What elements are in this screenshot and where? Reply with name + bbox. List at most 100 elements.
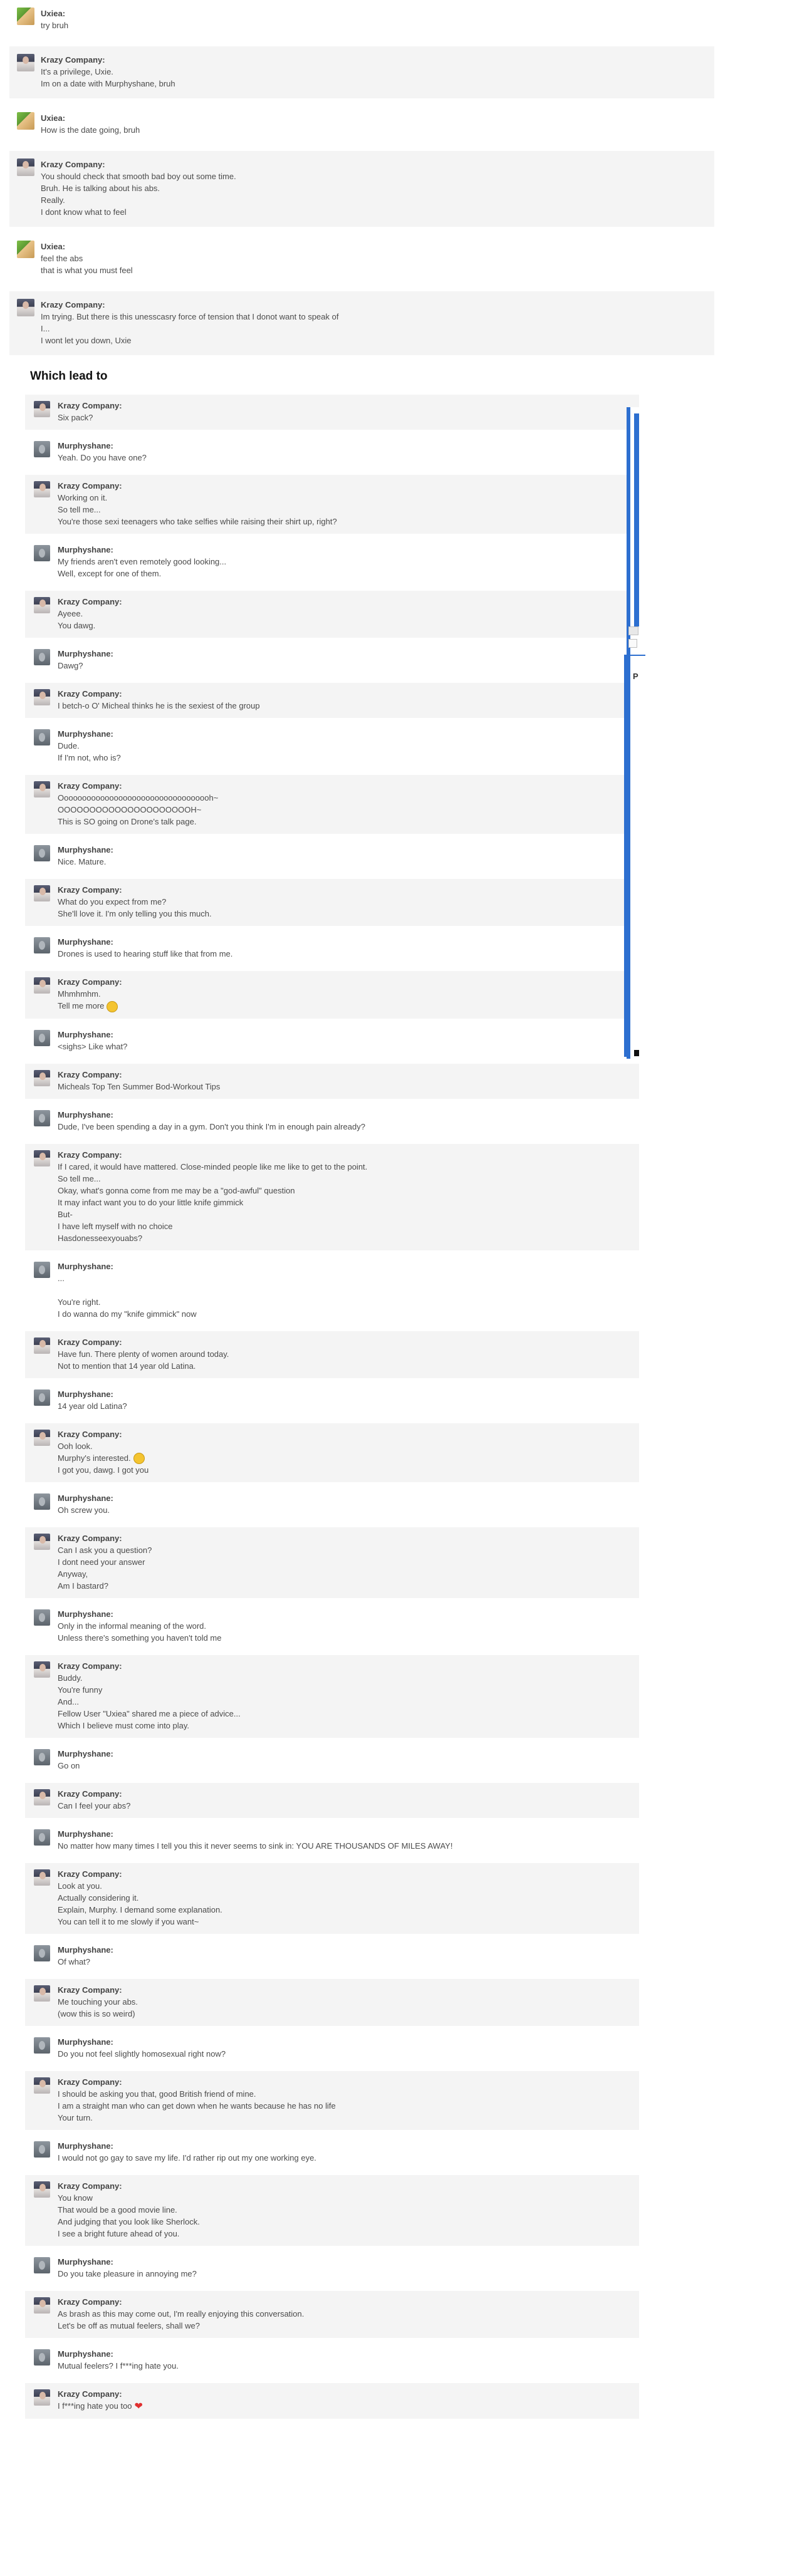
message-author[interactable]: Murphyshane: <box>58 936 632 948</box>
krazy-avatar[interactable] <box>34 1150 50 1166</box>
murphy-avatar[interactable] <box>34 1029 50 1046</box>
murphy-avatar[interactable] <box>34 2037 50 2054</box>
krazy-avatar[interactable] <box>34 2389 50 2406</box>
chat-message: Uxiea: feel the abs that is what you must … <box>9 233 714 285</box>
krazy-avatar[interactable] <box>34 1534 50 1550</box>
krazy-avatar[interactable] <box>34 1337 50 1354</box>
message-text: If I cared, it would have mattered. Clos… <box>58 1161 368 1171</box>
message-text: What do you expect from me? <box>58 897 167 906</box>
murphy-avatar[interactable] <box>34 1389 50 1406</box>
krazy-avatar[interactable] <box>34 977 50 994</box>
message-line: This is SO going on Drone's talk page. <box>58 816 632 828</box>
message-text: But- <box>58 1209 73 1219</box>
message-author[interactable]: Murphyshane: <box>58 1029 632 1041</box>
message-author[interactable]: Murphyshane: <box>58 1608 632 1620</box>
krazy-avatar[interactable] <box>34 689 50 705</box>
murphy-avatar[interactable] <box>34 845 50 861</box>
message-author[interactable]: Krazy Company: <box>58 2076 632 2088</box>
murphy-avatar[interactable] <box>34 649 50 665</box>
message-author[interactable]: Krazy Company: <box>58 1428 632 1440</box>
message-author[interactable]: Uxiea: <box>41 8 707 19</box>
message-author[interactable]: Murphyshane: <box>58 1388 632 1400</box>
krazy-avatar[interactable] <box>34 2297 50 2314</box>
krazy-avatar[interactable] <box>34 1429 50 1446</box>
message-line: I do wanna do my "knife gimmick" now <box>58 1308 632 1320</box>
murphy-avatar[interactable] <box>34 2141 50 2158</box>
message-author[interactable]: Krazy Company: <box>58 1788 632 1800</box>
message-author[interactable]: Krazy Company: <box>41 158 707 170</box>
message-author[interactable]: Murphyshane: <box>58 728 632 740</box>
message-line: Dude, I've been spending a day in a gym.… <box>58 1121 632 1133</box>
message-author[interactable]: Krazy Company: <box>58 1336 632 1348</box>
krazy-avatar[interactable] <box>34 401 50 417</box>
message-author[interactable]: Murphyshane: <box>58 544 632 556</box>
murphy-avatar[interactable] <box>34 441 50 457</box>
message-author[interactable]: Krazy Company: <box>58 2296 632 2308</box>
message-author[interactable]: Krazy Company: <box>58 480 632 492</box>
message-author[interactable]: Krazy Company: <box>58 1532 632 1544</box>
murphy-avatar[interactable] <box>34 1493 50 1510</box>
message-author[interactable]: Murphyshane: <box>58 2256 632 2268</box>
chat-message: Krazy Company: What do you expect from me… <box>25 879 639 926</box>
message-author[interactable]: Krazy Company: <box>58 400 632 412</box>
message-author[interactable]: Krazy Company: <box>58 1069 632 1081</box>
message-author[interactable]: Murphyshane: <box>58 1748 632 1760</box>
krazy-avatar[interactable] <box>34 2181 50 2198</box>
message-author[interactable]: Krazy Company: <box>58 780 632 792</box>
murphy-avatar[interactable] <box>34 545 50 561</box>
message-author[interactable]: Murphyshane: <box>58 1492 632 1504</box>
krazy-avatar[interactable] <box>34 1661 50 1678</box>
message-author[interactable]: Krazy Company: <box>58 1660 632 1672</box>
krazy-avatar[interactable] <box>34 1985 50 2002</box>
message-author[interactable]: Krazy Company: <box>58 1149 632 1161</box>
krazy-avatar[interactable] <box>17 299 34 316</box>
krazy-avatar[interactable] <box>34 1869 50 1886</box>
murphy-avatar[interactable] <box>34 1609 50 1626</box>
message-author[interactable]: Murphyshane: <box>58 2140 632 2152</box>
murphy-avatar[interactable] <box>34 729 50 745</box>
message-author[interactable]: Krazy Company: <box>58 688 632 700</box>
message-author[interactable]: Murphyshane: <box>58 2036 632 2048</box>
murphy-avatar[interactable] <box>34 937 50 953</box>
murphy-avatar[interactable] <box>34 2349 50 2366</box>
message-author[interactable]: Murphyshane: <box>58 1828 632 1840</box>
message-author[interactable]: Murphyshane: <box>58 1109 632 1121</box>
message-author[interactable]: Krazy Company: <box>58 976 632 988</box>
krazy-avatar[interactable] <box>34 781 50 797</box>
sidebar-scrollbar[interactable] <box>634 413 639 626</box>
message-author[interactable]: Murphyshane: <box>58 440 632 452</box>
message-author[interactable]: Krazy Company: <box>58 2180 632 2192</box>
message-author[interactable]: Murphyshane: <box>58 648 632 660</box>
message-author[interactable]: Murphyshane: <box>58 2348 632 2360</box>
message-author[interactable]: Murphyshane: <box>58 1944 632 1956</box>
message-author[interactable]: Krazy Company: <box>58 1868 632 1880</box>
krazy-avatar[interactable] <box>34 2077 50 2094</box>
message-author[interactable]: Krazy Company: <box>58 596 632 608</box>
uxiea-avatar[interactable] <box>17 112 34 130</box>
murphy-avatar[interactable] <box>34 1829 50 1846</box>
krazy-avatar[interactable] <box>34 597 50 613</box>
message-author[interactable]: Murphyshane: <box>58 844 632 856</box>
uxiea-avatar[interactable] <box>17 8 34 25</box>
message-author[interactable]: Krazy Company: <box>41 299 707 311</box>
uxiea-avatar[interactable] <box>17 241 34 258</box>
message-text: Go on <box>58 1761 80 1771</box>
krazy-avatar[interactable] <box>34 1789 50 1806</box>
message-author[interactable]: Krazy Company: <box>58 1984 632 1996</box>
message-author[interactable]: Uxiea: <box>41 241 707 252</box>
krazy-avatar[interactable] <box>34 1069 50 1086</box>
message-author[interactable]: Krazy Company: <box>41 54 707 66</box>
murphy-avatar[interactable] <box>34 1749 50 1766</box>
murphy-avatar[interactable] <box>34 1945 50 1962</box>
krazy-avatar[interactable] <box>17 158 34 176</box>
message-author[interactable]: Krazy Company: <box>58 884 632 896</box>
murphy-avatar[interactable] <box>34 1109 50 1126</box>
krazy-avatar[interactable] <box>17 54 34 71</box>
krazy-avatar[interactable] <box>34 481 50 497</box>
murphy-avatar[interactable] <box>34 1261 50 1278</box>
message-author[interactable]: Uxiea: <box>41 112 707 124</box>
murphy-avatar[interactable] <box>34 2257 50 2274</box>
message-author[interactable]: Krazy Company: <box>58 2388 632 2400</box>
message-author[interactable]: Murphyshane: <box>58 1260 632 1272</box>
krazy-avatar[interactable] <box>34 885 50 901</box>
